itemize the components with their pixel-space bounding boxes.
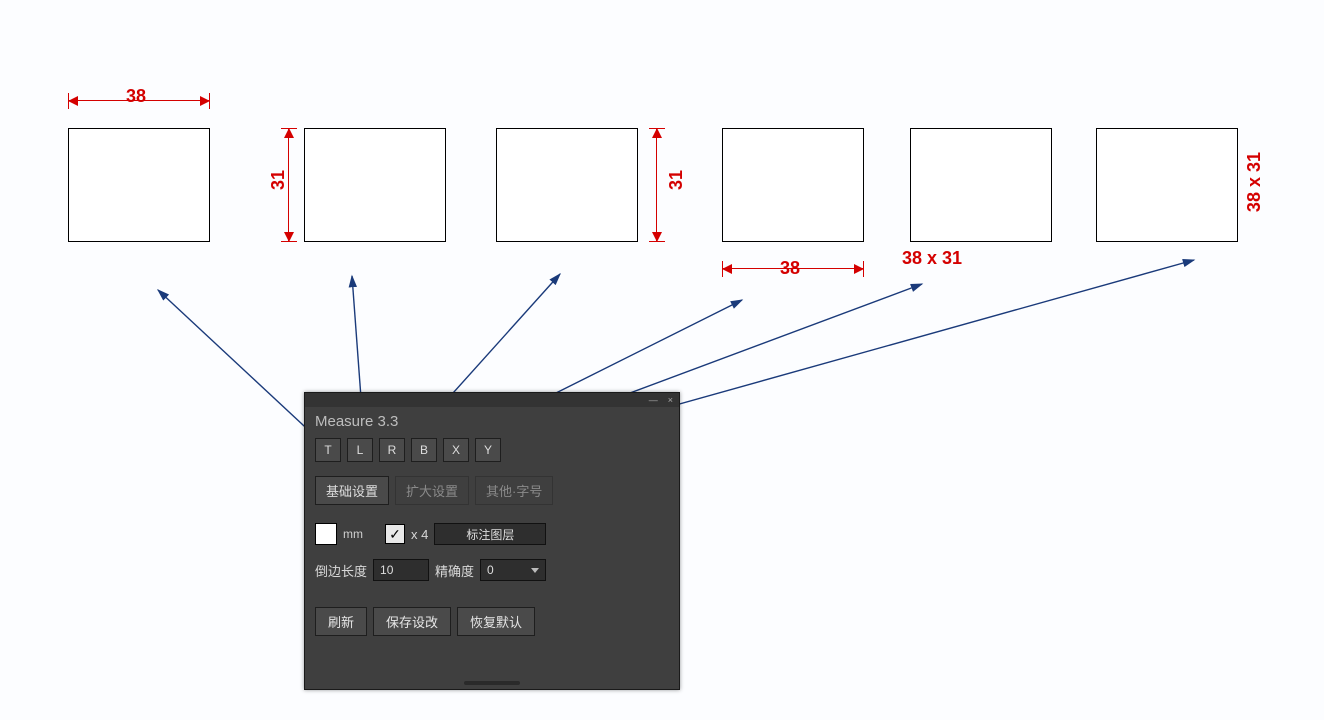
mode-button-right[interactable]: R xyxy=(379,438,405,462)
dimension-side-label: 38 x 31 xyxy=(1244,152,1265,212)
tab-expand-settings[interactable]: 扩大设置 xyxy=(395,476,469,505)
refresh-button[interactable]: 刷新 xyxy=(315,607,367,636)
action-button-row: 刷新 保存设改 恢复默认 xyxy=(305,603,679,640)
dimension-top-width-label: 38 xyxy=(126,86,146,107)
close-icon[interactable]: × xyxy=(668,395,673,405)
dimension-left-height-label: 31 xyxy=(268,170,289,190)
dimension-bottom-width-label: 38 xyxy=(780,258,800,279)
precision-select[interactable]: 0 xyxy=(480,559,546,581)
dimension-right-height-label: 31 xyxy=(666,170,687,190)
mode-button-bottom[interactable]: B xyxy=(411,438,437,462)
tab-basic-settings[interactable]: 基础设置 xyxy=(315,476,389,505)
panel-title: Measure 3.3 xyxy=(305,407,679,434)
panel-resize-grip[interactable] xyxy=(464,681,520,685)
dimension-right-height xyxy=(656,128,657,242)
measure-panel[interactable]: — × Measure 3.3 T L R B X Y 基础设置 扩大设置 其他… xyxy=(304,392,680,690)
dimension-area-label: 38 x 31 xyxy=(902,248,962,269)
side-length-input[interactable] xyxy=(373,559,429,581)
mode-button-left[interactable]: L xyxy=(347,438,373,462)
scale-checkbox[interactable]: ✓ xyxy=(385,524,405,544)
sample-rect-3 xyxy=(496,128,638,242)
unit-label: mm xyxy=(343,527,363,541)
precision-value: 0 xyxy=(487,563,494,577)
precision-label: 精确度 xyxy=(435,561,474,580)
sample-rect-6 xyxy=(1096,128,1238,242)
mode-button-top[interactable]: T xyxy=(315,438,341,462)
sample-rect-1 xyxy=(68,128,210,242)
tab-row: 基础设置 扩大设置 其他·字号 xyxy=(305,472,679,509)
sample-rect-4 xyxy=(722,128,864,242)
scale-checkbox-label: x 4 xyxy=(411,527,428,542)
tab-other-fontsize[interactable]: 其他·字号 xyxy=(475,476,553,505)
sidelen-precision-row: 倒边长度 精确度 0 xyxy=(305,555,679,585)
layer-button[interactable]: 标注图层 xyxy=(434,523,546,545)
chevron-down-icon xyxy=(531,568,539,573)
reset-button[interactable]: 恢复默认 xyxy=(457,607,535,636)
color-swatch[interactable] xyxy=(315,523,337,545)
mode-button-y[interactable]: Y xyxy=(475,438,501,462)
save-button[interactable]: 保存设改 xyxy=(373,607,451,636)
minimize-icon[interactable]: — xyxy=(649,395,658,405)
panel-titlebar[interactable]: — × xyxy=(305,393,679,407)
mode-button-x[interactable]: X xyxy=(443,438,469,462)
side-length-label: 倒边长度 xyxy=(315,561,367,580)
sample-rect-5 xyxy=(910,128,1052,242)
sample-rect-2 xyxy=(304,128,446,242)
mode-button-row: T L R B X Y xyxy=(305,434,679,466)
color-unit-row: mm ✓ x 4 标注图层 xyxy=(305,519,679,549)
